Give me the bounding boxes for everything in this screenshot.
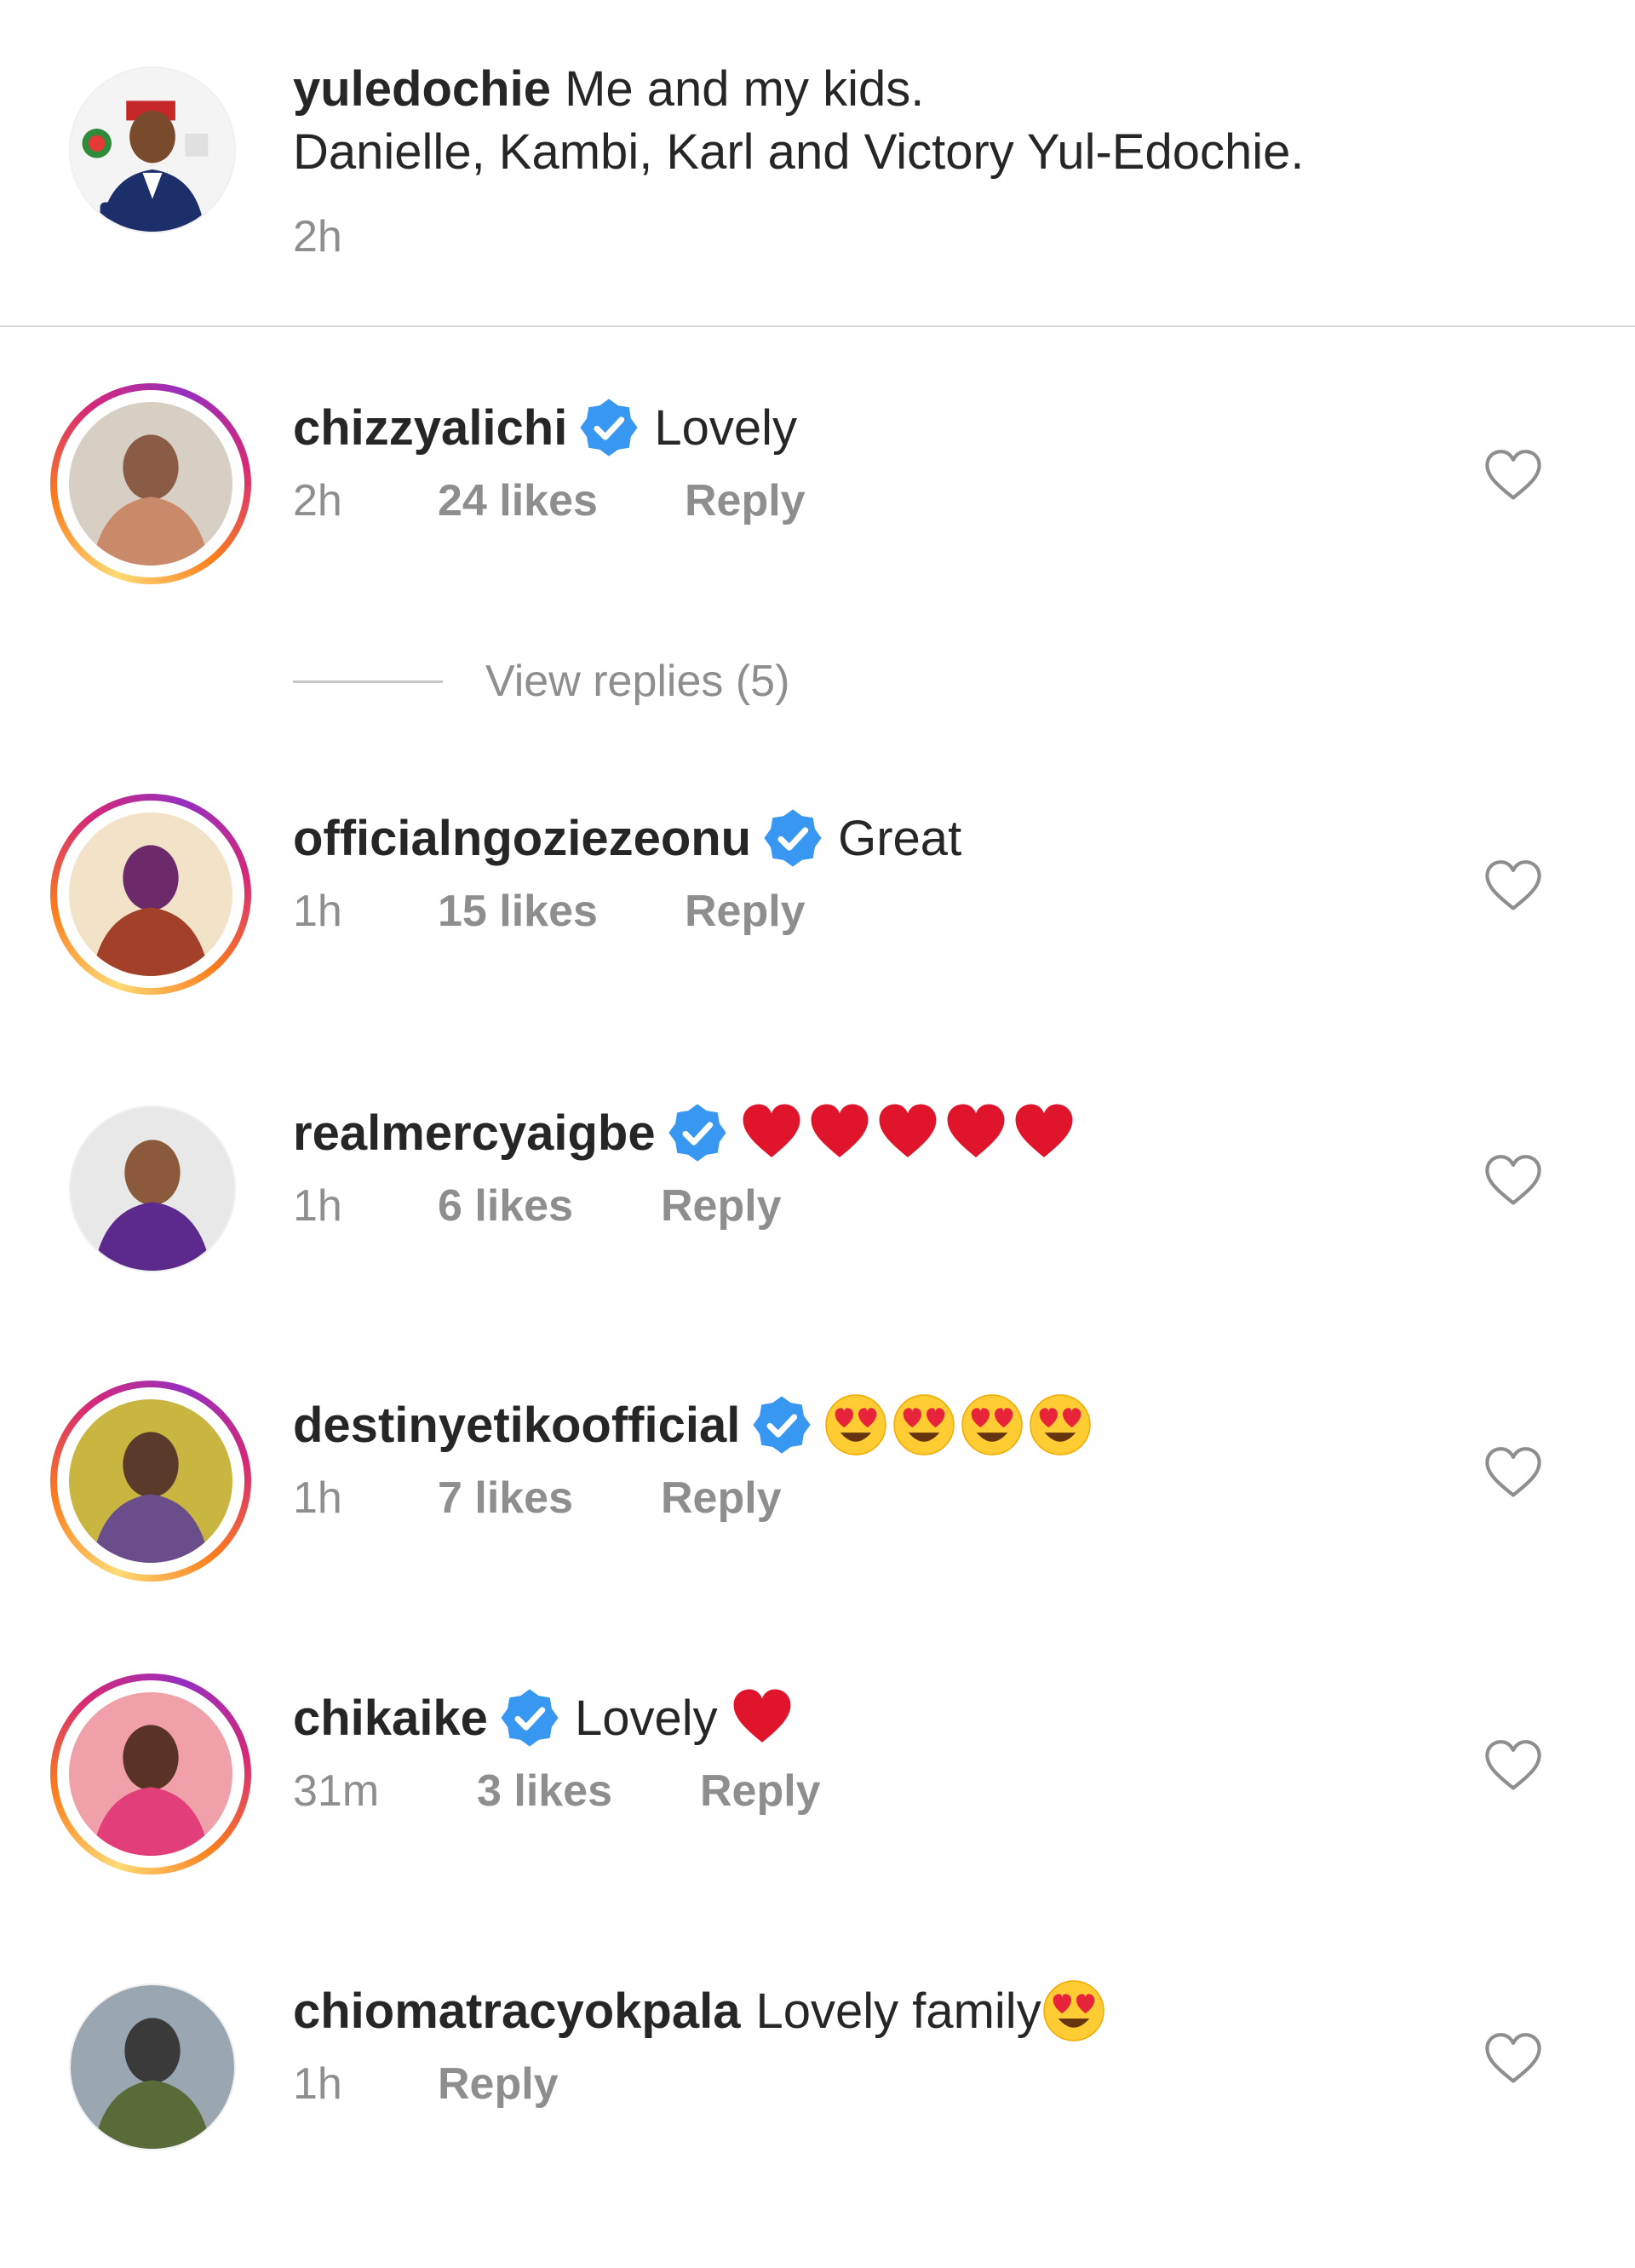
comment-avatar[interactable] [50, 794, 251, 995]
heart-eyes-emoji [1041, 1978, 1106, 2043]
avatar-photo [69, 812, 232, 976]
view-replies-button[interactable]: View replies (5) [293, 656, 789, 707]
heart-outline-icon[interactable] [1483, 1445, 1543, 1500]
comment-meta: 31m 3 likes Reply [293, 1766, 821, 1817]
reply-button[interactable]: Reply [700, 1766, 821, 1817]
comment-text: Lovely family [755, 1983, 1041, 2039]
view-replies-divider [293, 680, 443, 683]
comment-meta: 1h 6 likes Reply [293, 1180, 782, 1232]
comment-username[interactable]: chiomatracyokpala [293, 1983, 740, 2040]
comment-likes[interactable]: 7 likes [438, 1473, 661, 1524]
comment-text: Lovely [574, 1690, 718, 1746]
comment-username[interactable]: chikaike [293, 1690, 488, 1747]
reply-button[interactable]: Reply [661, 1180, 782, 1232]
verified-badge-icon [668, 1103, 727, 1163]
comment-body: realmercyaigbe [293, 1099, 1080, 1167]
avatar-photo [69, 1692, 232, 1856]
heart-outline-icon[interactable] [1483, 1738, 1543, 1793]
comment-item: destinyetikoofficial 1h 7 likes Reply [0, 1381, 1635, 1595]
comment-meta: 1h 7 likes Reply [293, 1473, 782, 1524]
comment-item: chizzyalichi Lovely 2h 24 likes Reply [0, 383, 1635, 598]
heart-eyes-emoji [960, 1392, 1024, 1457]
comment-likes[interactable]: 15 likes [438, 886, 685, 937]
heart-eyes-emoji [892, 1392, 956, 1457]
red-heart-emoji [944, 1100, 1008, 1165]
verified-badge-icon [752, 1395, 812, 1455]
comment-time: 2h [293, 476, 342, 525]
red-heart-emoji [730, 1685, 795, 1750]
comment-time: 31m [293, 1766, 380, 1816]
view-replies-label: View replies (5) [485, 657, 790, 706]
comment-username[interactable]: destinyetikoofficial [293, 1397, 740, 1454]
caption-text: yuledochie Me and my kids. Danielle, Kam… [293, 58, 1570, 184]
post-caption: yuledochie Me and my kids. Danielle, Kam… [0, 0, 1635, 327]
comment-avatar[interactable] [50, 383, 251, 584]
reply-button[interactable]: Reply [685, 886, 806, 937]
avatar-photo [69, 1399, 232, 1563]
reply-button[interactable]: Reply [661, 1473, 782, 1524]
comment-username[interactable]: officialngoziezeonu [293, 810, 751, 867]
comment-avatar[interactable] [50, 1674, 251, 1875]
comment-item: chiomatracyokpala Lovely family 1h Reply [0, 1977, 1635, 2181]
caption-line1: Me and my kids. [565, 61, 925, 117]
comment-body: destinyetikoofficial [293, 1391, 1096, 1459]
comment-item: realmercyaigbe 1h 6 likes Reply [0, 1099, 1635, 1303]
heart-outline-icon[interactable] [1483, 448, 1543, 502]
comment-avatar[interactable] [69, 1984, 236, 2150]
comment-likes[interactable]: 24 likes [438, 475, 685, 526]
comment-likes[interactable]: 3 likes [477, 1766, 700, 1817]
comment-time: 1h [293, 887, 342, 936]
comment-time: 1h [293, 1473, 342, 1523]
red-heart-emoji [807, 1100, 872, 1165]
comment-avatar[interactable] [50, 1381, 251, 1582]
caption-time: 2h [293, 212, 342, 261]
comment-body: officialngoziezeonu Great [293, 804, 961, 872]
comment-text: Lovely [654, 399, 797, 456]
comment-body: chikaike Lovely [293, 1684, 798, 1752]
avatar-photo [69, 402, 232, 566]
comment-meta: 1h Reply [293, 2058, 559, 2110]
verified-badge-icon [579, 398, 639, 457]
reply-button[interactable]: Reply [438, 2058, 559, 2110]
caption-username[interactable]: yuledochie [293, 61, 551, 117]
heart-outline-icon[interactable] [1483, 858, 1543, 913]
heart-outline-icon[interactable] [1483, 1153, 1543, 1208]
heart-eyes-emoji [1028, 1392, 1093, 1457]
red-heart-emoji [1012, 1100, 1076, 1165]
comments-page: yuledochie Me and my kids. Danielle, Kam… [0, 0, 1635, 2268]
heart-outline-icon[interactable] [1483, 2031, 1543, 2086]
caption-avatar[interactable] [69, 66, 236, 233]
comment-text: Great [838, 810, 962, 866]
red-heart-emoji [739, 1100, 804, 1165]
comment-item: officialngoziezeonu Great 1h 15 likes Reply [0, 794, 1635, 1008]
comment-avatar[interactable] [69, 1105, 236, 1272]
comment-time: 1h [293, 2059, 342, 2109]
comment-body: chizzyalichi Lovely [293, 393, 797, 462]
comment-likes[interactable]: 6 likes [438, 1180, 661, 1232]
comment-username[interactable]: realmercyaigbe [293, 1105, 656, 1162]
comment-username[interactable]: chizzyalichi [293, 399, 567, 456]
verified-badge-icon [763, 808, 823, 868]
comment-meta: 1h 15 likes Reply [293, 886, 806, 937]
comment-item: chikaike Lovely 31m 3 likes Reply [0, 1674, 1635, 1888]
caption-line2: Danielle, Kambi, Karl and Victory Yul-Ed… [293, 124, 1305, 180]
red-heart-emoji [875, 1100, 940, 1165]
comment-time: 1h [293, 1181, 342, 1231]
heart-eyes-emoji [823, 1392, 888, 1457]
comment-body: chiomatracyokpala Lovely family [293, 1977, 1110, 2045]
reply-button[interactable]: Reply [685, 475, 806, 526]
comment-meta: 2h 24 likes Reply [293, 475, 806, 526]
verified-badge-icon [500, 1688, 559, 1748]
